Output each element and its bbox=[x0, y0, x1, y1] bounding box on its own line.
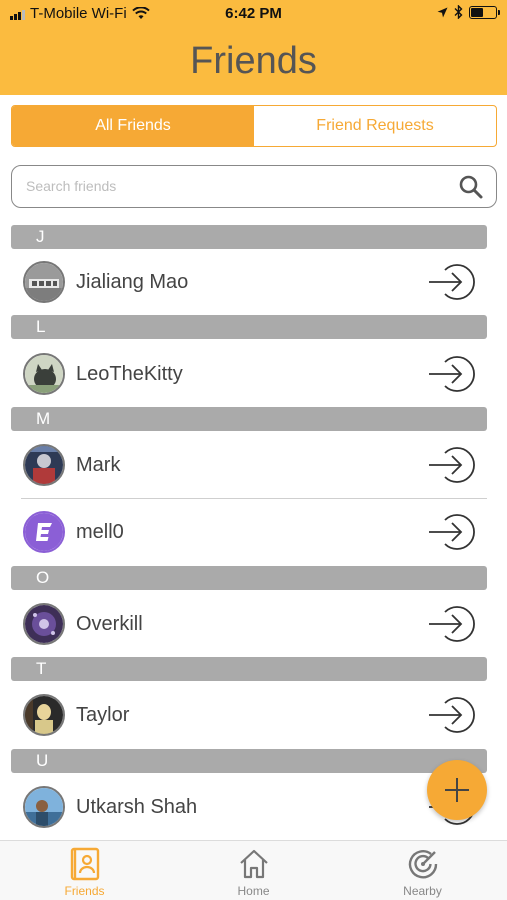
bottom-tab-bar: Friends Home Nearby bbox=[0, 840, 507, 900]
section-header-l: L bbox=[11, 315, 487, 339]
section-header-j: J bbox=[11, 225, 487, 249]
avatar bbox=[23, 511, 65, 553]
tab-home-label: Home bbox=[237, 884, 270, 898]
enter-arrow-icon[interactable] bbox=[427, 262, 477, 302]
friend-row[interactable]: Mark bbox=[11, 433, 487, 497]
battery-icon bbox=[469, 5, 500, 19]
location-arrow-icon bbox=[437, 7, 448, 17]
friends-list: J Jialiang Mao L LeoTheKitty M Mark mell… bbox=[0, 215, 507, 840]
home-icon bbox=[239, 849, 268, 879]
tab-all-friends[interactable]: All Friends bbox=[12, 106, 254, 146]
tab-friend-requests[interactable]: Friend Requests bbox=[254, 106, 496, 146]
friends-segmented-control: All Friends Friend Requests bbox=[11, 105, 497, 147]
friend-row[interactable]: Jialiang Mao bbox=[11, 250, 487, 314]
search-input[interactable] bbox=[26, 174, 446, 198]
avatar bbox=[23, 786, 65, 828]
contacts-book-icon bbox=[70, 847, 99, 881]
section-header-o: O bbox=[11, 566, 487, 590]
search-bar bbox=[11, 165, 497, 208]
status-time: 6:42 PM bbox=[225, 5, 282, 22]
friend-name: Jialiang Mao bbox=[76, 271, 189, 293]
status-bar: T-Mobile Wi-Fi 6:42 PM bbox=[0, 0, 507, 30]
tab-nearby[interactable]: Nearby bbox=[338, 841, 507, 900]
add-friend-button[interactable] bbox=[427, 760, 487, 820]
avatar bbox=[23, 261, 65, 303]
page-title: Friends bbox=[190, 40, 317, 82]
avatar bbox=[23, 694, 65, 736]
friend-row[interactable]: Overkill bbox=[11, 592, 487, 656]
tab-friends[interactable]: Friends bbox=[0, 841, 169, 900]
friend-row[interactable]: Utkarsh Shah bbox=[11, 775, 487, 839]
enter-arrow-icon[interactable] bbox=[427, 604, 477, 644]
avatar bbox=[23, 353, 65, 395]
enter-arrow-icon[interactable] bbox=[427, 512, 477, 552]
plus-icon bbox=[445, 778, 469, 802]
friend-name: Utkarsh Shah bbox=[76, 796, 198, 818]
enter-arrow-icon[interactable] bbox=[427, 445, 477, 485]
search-icon[interactable] bbox=[458, 174, 484, 200]
avatar bbox=[23, 603, 65, 645]
friend-name: Overkill bbox=[76, 613, 143, 635]
friend-name: mell0 bbox=[76, 521, 124, 543]
row-divider bbox=[21, 498, 487, 499]
friend-row[interactable]: mell0 bbox=[11, 500, 487, 564]
avatar bbox=[23, 444, 65, 486]
tab-friends-label: Friends bbox=[64, 884, 105, 898]
friend-name: Mark bbox=[76, 454, 121, 476]
section-header-u: U bbox=[11, 749, 487, 773]
section-header-t: T bbox=[11, 657, 487, 681]
friend-name: Taylor bbox=[76, 704, 130, 726]
section-header-m: M bbox=[11, 407, 487, 431]
tab-home[interactable]: Home bbox=[169, 841, 338, 900]
radar-icon bbox=[408, 850, 437, 879]
friend-row[interactable]: LeoTheKitty bbox=[11, 342, 487, 406]
enter-arrow-icon[interactable] bbox=[427, 695, 477, 735]
friend-name: LeoTheKitty bbox=[76, 363, 183, 385]
friend-row[interactable]: Taylor bbox=[11, 683, 487, 747]
bluetooth-icon bbox=[454, 5, 463, 19]
tab-nearby-label: Nearby bbox=[403, 884, 442, 898]
header-bar: T-Mobile Wi-Fi 6:42 PM Friends bbox=[0, 0, 507, 95]
enter-arrow-icon[interactable] bbox=[427, 354, 477, 394]
